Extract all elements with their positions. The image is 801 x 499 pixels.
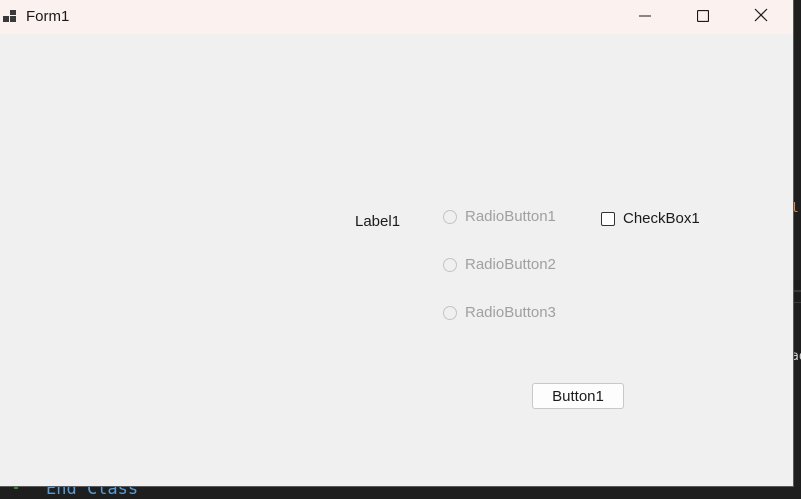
radio-button-2[interactable]: RadioButton2 [443, 256, 556, 273]
maximize-icon [696, 7, 710, 26]
radio-button-label: RadioButton3 [465, 304, 556, 321]
button1[interactable]: Button1 [532, 383, 624, 409]
close-button[interactable] [732, 0, 790, 32]
background-editor-right-strip [793, 0, 801, 489]
close-icon [754, 7, 768, 26]
editor-divider [793, 290, 801, 292]
checkbox-label: CheckBox1 [623, 210, 700, 227]
minimize-button[interactable] [616, 0, 674, 32]
radio-button-label: RadioButton2 [465, 256, 556, 273]
radio-circle-icon [443, 257, 457, 272]
minimize-icon [639, 7, 651, 26]
checkbox-square-icon [601, 211, 615, 226]
label1: Label1 [355, 213, 401, 230]
window-title: Form1 [26, 8, 70, 25]
form-client-area: Label1 RadioButton1 RadioButton2 RadioBu… [0, 34, 793, 486]
radio-circle-icon [443, 209, 457, 224]
radio-button-3[interactable]: RadioButton3 [443, 304, 556, 321]
checkbox1[interactable]: CheckBox1 [601, 210, 700, 227]
maximize-button[interactable] [674, 0, 732, 32]
radio-button-1[interactable]: RadioButton1 [443, 208, 556, 225]
title-bar[interactable]: Form1 [0, 0, 793, 34]
radio-circle-icon [443, 305, 457, 320]
radio-button-label: RadioButton1 [465, 208, 556, 225]
app-icon [3, 9, 19, 23]
editor-divider [793, 302, 801, 303]
form-window: Form1 Label1 RadioButton1 RadioButton2 R… [0, 0, 793, 486]
